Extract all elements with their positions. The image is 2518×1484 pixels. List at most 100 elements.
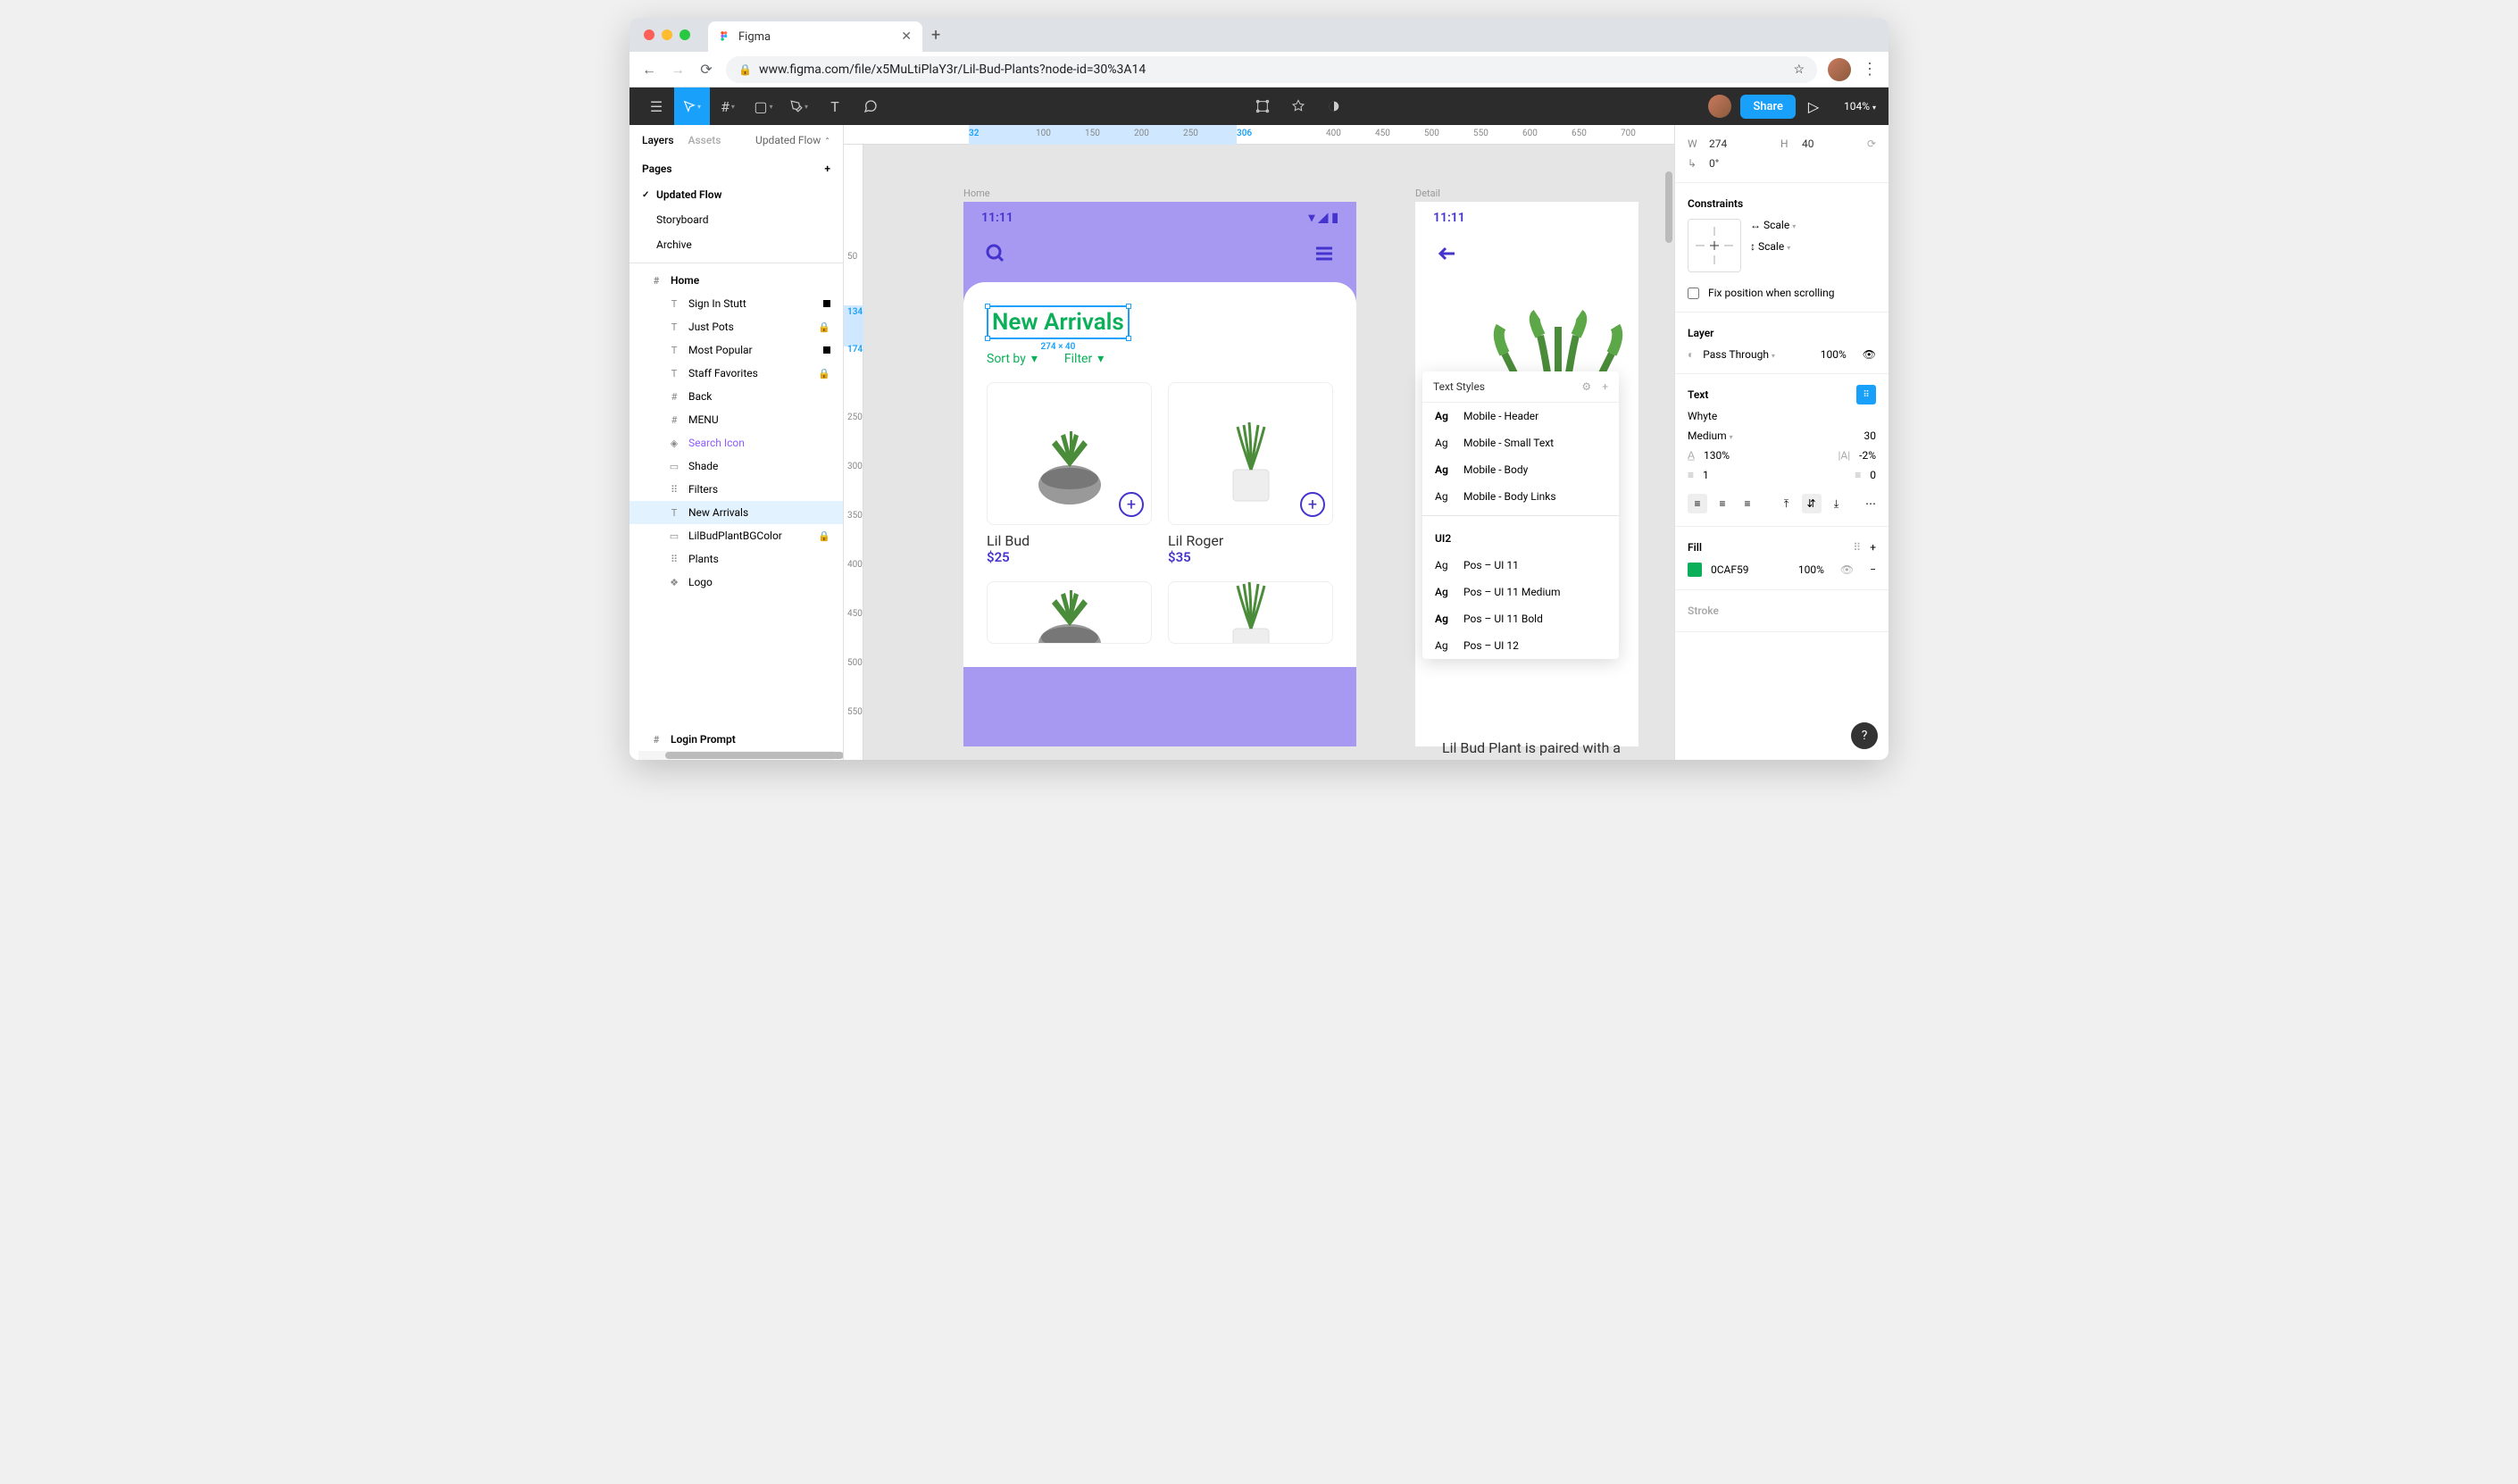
constrain-icon[interactable]: ⟳ bbox=[1867, 138, 1876, 150]
layer-item[interactable]: ⠿Filters bbox=[630, 478, 843, 501]
profile-avatar[interactable] bbox=[1828, 58, 1851, 81]
frame-header-2[interactable]: # Login Prompt bbox=[630, 728, 843, 751]
layer-item[interactable]: TMost Popular bbox=[630, 338, 843, 362]
para-indent-input[interactable]: 0 bbox=[1870, 469, 1876, 481]
align-center-button[interactable]: ≡ bbox=[1713, 494, 1732, 513]
settings-icon[interactable]: ⚙ bbox=[1581, 380, 1591, 393]
page-item[interactable]: Storyboard bbox=[630, 207, 843, 232]
panel-scrollbar[interactable] bbox=[638, 751, 834, 760]
mock-frame-home[interactable]: 11:11 ▾ ◢ ▮ bbox=[963, 202, 1356, 746]
canvas-scrollbar[interactable] bbox=[1665, 171, 1672, 243]
align-right-button[interactable]: ≡ bbox=[1738, 494, 1757, 513]
canvas-area[interactable]: 32100150200250306400450500550600650700 5… bbox=[844, 125, 1674, 760]
selected-text-element[interactable]: New Arrivals 274 × 40 bbox=[987, 305, 1130, 339]
para-spacing-input[interactable]: 1 bbox=[1703, 469, 1709, 481]
add-fill-button[interactable]: + bbox=[1870, 541, 1876, 554]
layer-item[interactable]: ❖Logo bbox=[630, 571, 843, 594]
constraint-widget[interactable] bbox=[1688, 219, 1741, 272]
tab-layers[interactable]: Layers bbox=[642, 134, 674, 146]
present-button[interactable]: ▷ bbox=[1796, 88, 1831, 125]
layer-item[interactable]: TStaff Favorites🔒 bbox=[630, 362, 843, 385]
text-style-item[interactable]: AgPos – UI 11 Bold bbox=[1422, 605, 1619, 632]
close-tab-icon[interactable]: ✕ bbox=[901, 29, 912, 44]
fill-color-swatch[interactable] bbox=[1688, 563, 1702, 577]
tab-assets[interactable]: Assets bbox=[688, 134, 721, 146]
pen-tool[interactable]: ▾ bbox=[781, 88, 817, 125]
fill-styles-button[interactable]: ⠿ bbox=[1853, 541, 1861, 554]
blend-mode-dropdown[interactable]: Pass Through ▾ bbox=[1703, 348, 1775, 361]
mask-tool[interactable] bbox=[1280, 88, 1316, 125]
fill-visibility-icon[interactable]: 👁 bbox=[1840, 563, 1854, 576]
text-style-item[interactable]: AgMobile - Header bbox=[1422, 403, 1619, 429]
letter-spacing-input[interactable]: -2% bbox=[1859, 449, 1876, 462]
move-tool[interactable]: ▾ bbox=[674, 88, 710, 125]
constraint-h-dropdown[interactable]: ↔ Scale ▾ bbox=[1750, 219, 1796, 231]
align-middle-button[interactable]: ⇵ bbox=[1802, 494, 1822, 513]
frame-tool[interactable]: #▾ bbox=[710, 88, 746, 125]
share-button[interactable]: Share bbox=[1740, 95, 1796, 119]
layer-item[interactable]: #Back bbox=[630, 385, 843, 408]
line-height-input[interactable]: 130% bbox=[1704, 449, 1730, 462]
fix-position-checkbox[interactable] bbox=[1688, 288, 1699, 299]
user-avatar[interactable] bbox=[1708, 95, 1731, 118]
frame-label-2[interactable]: Detail bbox=[1415, 188, 1440, 199]
layer-item[interactable]: TNew Arrivals bbox=[630, 501, 843, 524]
layer-item[interactable]: ⠿Plants bbox=[630, 547, 843, 571]
text-tool[interactable]: T bbox=[817, 88, 853, 125]
text-style-item[interactable]: AgPos – UI 11 bbox=[1422, 552, 1619, 579]
remove-fill-button[interactable]: − bbox=[1870, 563, 1876, 576]
bookmark-icon[interactable]: ☆ bbox=[1793, 63, 1805, 77]
boolean-tool[interactable] bbox=[1316, 88, 1352, 125]
font-weight-dropdown[interactable]: Medium ▾ bbox=[1688, 429, 1733, 442]
add-page-button[interactable]: + bbox=[824, 163, 830, 175]
text-more-button[interactable]: ⋯ bbox=[1865, 497, 1876, 510]
fill-opacity-input[interactable]: 100% bbox=[1798, 563, 1824, 576]
text-style-item[interactable]: AgPos – UI 11 Medium bbox=[1422, 579, 1619, 605]
browser-tab[interactable]: Figma ✕ bbox=[708, 21, 922, 52]
height-value[interactable]: 40 bbox=[1802, 138, 1814, 150]
shape-tool[interactable]: ▢▾ bbox=[746, 88, 781, 125]
main-menu-button[interactable]: ☰ bbox=[638, 88, 674, 125]
font-size-input[interactable]: 30 bbox=[1864, 429, 1877, 442]
visibility-icon[interactable]: 👁 bbox=[1863, 348, 1876, 361]
page-item[interactable]: Archive bbox=[630, 232, 843, 257]
forward-button[interactable]: → bbox=[669, 61, 687, 79]
rotation-value[interactable]: 0° bbox=[1709, 157, 1719, 170]
new-tab-button[interactable]: + bbox=[931, 26, 940, 45]
layer-item[interactable]: #MENU bbox=[630, 408, 843, 431]
layer-item[interactable]: ◈Search Icon bbox=[630, 431, 843, 454]
url-field[interactable]: 🔒 www.figma.com/file/x5MuLtiPlaY3r/Lil-B… bbox=[726, 56, 1817, 83]
font-family-dropdown[interactable]: Whyte bbox=[1688, 410, 1717, 422]
layer-opacity[interactable]: 100% bbox=[1821, 348, 1847, 361]
minimize-window-icon[interactable] bbox=[662, 29, 672, 40]
layer-item[interactable]: TSign In Stutt bbox=[630, 292, 843, 315]
lock-icon[interactable]: 🔒 bbox=[818, 530, 830, 542]
page-selector[interactable]: Updated Flow ⌃ bbox=[755, 134, 830, 146]
back-button[interactable]: ← bbox=[640, 61, 658, 79]
align-left-button[interactable]: ≡ bbox=[1688, 494, 1707, 513]
align-bottom-button[interactable]: ⤓ bbox=[1827, 494, 1847, 513]
constraint-v-dropdown[interactable]: ↕ Scale ▾ bbox=[1750, 240, 1796, 253]
comment-tool[interactable] bbox=[853, 88, 888, 125]
text-style-item[interactable]: AgPos – UI 12 bbox=[1422, 632, 1619, 659]
reload-button[interactable]: ⟳ bbox=[697, 61, 715, 79]
help-button[interactable]: ? bbox=[1851, 722, 1878, 749]
add-style-button[interactable]: + bbox=[1602, 380, 1608, 393]
zoom-level[interactable]: 104% ▾ bbox=[1844, 100, 1876, 113]
align-top-button[interactable]: ⤒ bbox=[1777, 494, 1797, 513]
width-value[interactable]: 274 bbox=[1709, 138, 1772, 150]
component-tool[interactable] bbox=[1245, 88, 1280, 125]
layer-item[interactable]: ▭LilBudPlantBGColor🔒 bbox=[630, 524, 843, 547]
fill-hex-input[interactable]: 0CAF59 bbox=[1711, 563, 1749, 576]
lock-icon[interactable]: 🔒 bbox=[818, 368, 830, 379]
lock-icon[interactable]: 🔒 bbox=[818, 321, 830, 333]
maximize-window-icon[interactable] bbox=[680, 29, 690, 40]
browser-menu-icon[interactable]: ⋮ bbox=[1862, 60, 1878, 79]
page-item[interactable]: Updated Flow bbox=[630, 182, 843, 207]
close-window-icon[interactable] bbox=[644, 29, 655, 40]
text-style-item[interactable]: AgMobile - Body Links bbox=[1422, 483, 1619, 510]
text-styles-button[interactable]: ⠿ bbox=[1856, 385, 1876, 404]
text-style-item[interactable]: AgMobile - Small Text bbox=[1422, 429, 1619, 456]
layer-item[interactable]: ▭Shade bbox=[630, 454, 843, 478]
frame-label[interactable]: Home bbox=[963, 188, 990, 199]
